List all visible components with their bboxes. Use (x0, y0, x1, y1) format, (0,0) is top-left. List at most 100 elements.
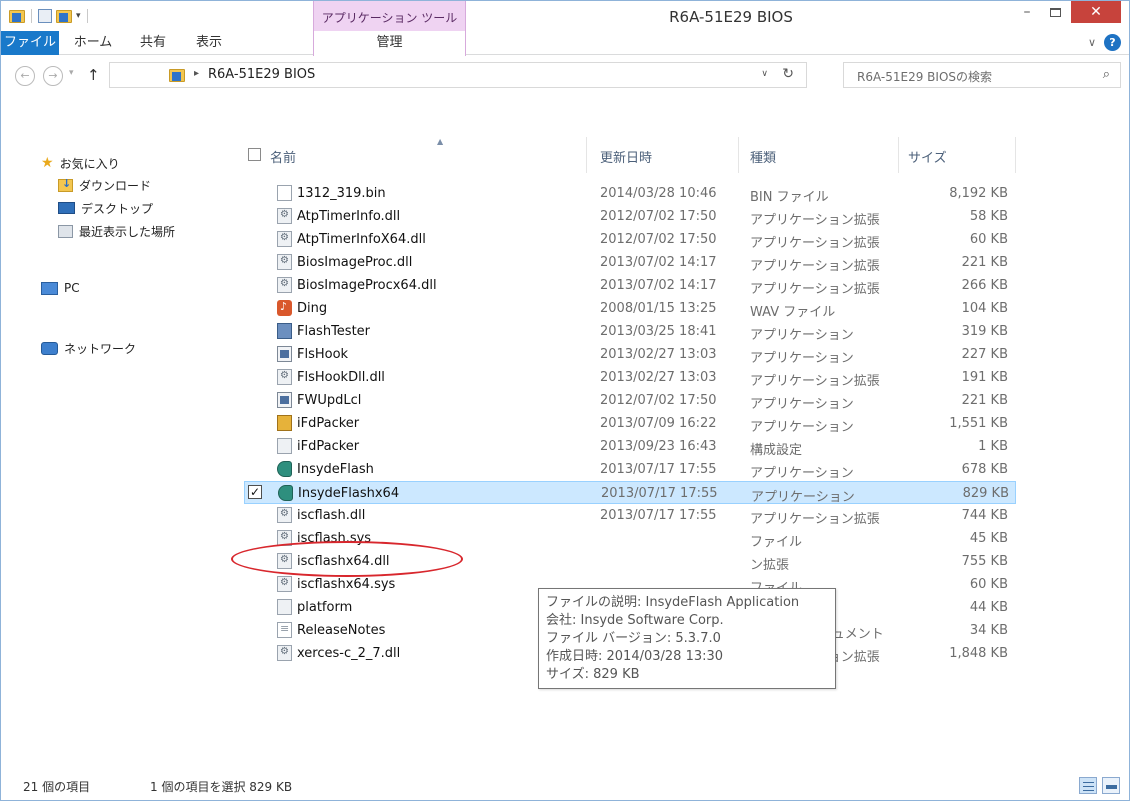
file-size: 1,848 KB (949, 646, 1008, 661)
tab-share[interactable]: 共有 (131, 31, 175, 55)
breadcrumb-chevron-icon[interactable]: ▸ (194, 68, 199, 79)
file-info-tooltip: ファイルの説明: InsydeFlash Application 会社: Ins… (538, 588, 836, 689)
file-row[interactable]: FlsHookDll.dll 2013/02/27 13:03 アプリケーション拡張… (244, 366, 1016, 389)
search-icon[interactable]: ⌕ (1103, 67, 1110, 82)
file-row[interactable]: AtpTimerInfoX64.dll 2012/07/02 17:50 アプリケー… (244, 228, 1016, 251)
nav-downloads[interactable]: ダウンロード (58, 174, 151, 196)
details-view-button[interactable] (1079, 777, 1097, 794)
nav-network[interactable]: ネットワーク (41, 337, 136, 359)
search-box[interactable]: R6A-51E29 BIOSの検索 ⌕ (843, 62, 1121, 88)
file-type: アプリケーション拡張 (750, 236, 880, 251)
file-size: 1 KB (978, 439, 1008, 454)
file-row[interactable]: 1312_319.bin 2014/03/28 10:46 BIN ファイル 8,19… (244, 182, 1016, 205)
file-row[interactable]: FlsHook 2013/02/27 13:03 アプリケーション 227 KB (244, 343, 1016, 366)
file-date: 2012/07/02 17:50 (600, 232, 717, 247)
large-icons-view-button[interactable] (1102, 777, 1120, 794)
file-row[interactable]: InsydeFlash 2013/07/17 17:55 アプリケーション 678 K… (244, 458, 1016, 481)
dll-file-icon (277, 507, 292, 523)
column-header-size[interactable]: サイズ (908, 147, 947, 166)
toolbar-separator (31, 9, 32, 23)
select-all-checkbox[interactable] (248, 148, 261, 161)
file-name: FlsHook (297, 347, 349, 362)
tab-file[interactable]: ファイル (1, 31, 59, 55)
file-row[interactable]: FlashTester 2013/03/25 18:41 アプリケーション 319 K… (244, 320, 1016, 343)
file-row[interactable]: Ding 2008/01/15 13:25 WAV ファイル 104 KB (244, 297, 1016, 320)
bin-file-icon (277, 185, 292, 201)
row-checkbox[interactable]: ✓ (248, 485, 262, 499)
quick-access-toolbar: ▾ (9, 7, 90, 25)
refresh-icon[interactable]: ↻ (782, 66, 794, 82)
file-row[interactable]: iFdPacker 2013/09/23 16:43 構成設定 1 KB (244, 435, 1016, 458)
new-folder-icon[interactable] (56, 9, 72, 23)
maximize-button[interactable] (1041, 1, 1069, 23)
file-name: iscflash.dll (297, 508, 366, 523)
tab-manage[interactable]: 管理 (313, 31, 466, 56)
dll-file-icon (277, 231, 292, 247)
file-size: 45 KB (969, 531, 1008, 546)
column-header-row: ▲ 名前 更新日時 種類 サイズ (241, 137, 1017, 173)
nav-desktop[interactable]: デスクトップ (58, 197, 153, 219)
back-button[interactable]: ← (15, 66, 35, 86)
nav-pc[interactable]: PC (41, 277, 80, 299)
file-size: 829 KB (962, 486, 1009, 501)
expand-ribbon-icon[interactable]: ∨ (1088, 36, 1096, 49)
address-dropdown-icon[interactable]: ∨ (761, 69, 768, 79)
config-file-icon (277, 599, 292, 615)
tab-view[interactable]: 表示 (186, 31, 232, 55)
nav-label: PC (64, 281, 80, 295)
file-row[interactable]: iscflash.dll 2013/07/17 17:55 アプリケーション拡張 74… (244, 504, 1016, 527)
network-icon (41, 341, 58, 355)
file-row[interactable]: ✓ InsydeFlashx64 2013/07/17 17:55 アプリケーション 8… (244, 481, 1016, 505)
context-tab-group-label: アプリケーション ツール (321, 11, 458, 25)
maximize-icon (1049, 7, 1061, 17)
file-type: WAV ファイル (750, 305, 836, 320)
column-header-name[interactable]: 名前 (270, 147, 296, 166)
address-bar[interactable]: ▸ R6A-51E29 BIOS ∨ ↻ (109, 62, 807, 88)
nav-label: デスクトップ (81, 201, 154, 216)
file-size: 60 KB (969, 232, 1008, 247)
tooltip-version: ファイル バージョン: 5.3.7.0 (546, 631, 721, 646)
column-header-type[interactable]: 種類 (750, 147, 776, 166)
file-row[interactable]: iFdPacker 2013/07/09 16:22 アプリケーション 1,551 K… (244, 412, 1016, 435)
close-button[interactable]: ✕ (1071, 1, 1121, 23)
breadcrumb-current-folder[interactable]: R6A-51E29 BIOS (208, 67, 315, 82)
file-row[interactable]: AtpTimerInfo.dll 2012/07/02 17:50 アプリケーション… (244, 205, 1016, 228)
toolbar-separator (86, 9, 88, 23)
folder-icon[interactable] (9, 9, 25, 23)
recent-locations-dropdown[interactable]: ▾ (69, 68, 74, 78)
nav-favorites[interactable]: ★ お気に入り (41, 152, 120, 174)
column-divider[interactable] (1015, 137, 1016, 173)
file-size: 744 KB (961, 508, 1008, 523)
file-type: ン拡張 (750, 558, 790, 573)
column-header-date[interactable]: 更新日時 (600, 147, 652, 166)
forward-button[interactable]: → (43, 66, 63, 86)
column-divider[interactable] (898, 137, 899, 173)
file-date: 2013/02/27 13:03 (600, 370, 717, 385)
properties-icon[interactable] (38, 9, 52, 23)
customize-toolbar-icon[interactable]: ▾ (76, 11, 81, 21)
file-date: 2013/07/17 17:55 (600, 462, 717, 477)
nav-label: お気に入り (59, 156, 120, 171)
title-bar: ▾ アプリケーション ツール R6A-51E29 BIOS – ✕ (1, 1, 1129, 53)
file-name: AtpTimerInfoX64.dll (297, 232, 426, 247)
file-name: FlashTester (297, 324, 371, 339)
column-divider[interactable] (586, 137, 587, 173)
navigation-pane: ★ お気に入り ダウンロード デスクトップ 最近表示した場所 PC ネットワーク (1, 137, 241, 767)
file-row[interactable]: BiosImageProcx64.dll 2013/07/02 14:17 アプリケ… (244, 274, 1016, 297)
file-row[interactable]: FWUpdLcl 2012/07/02 17:50 アプリケーション 221 KB (244, 389, 1016, 412)
nav-recent-places[interactable]: 最近表示した場所 (58, 220, 175, 242)
details-view-icon (1083, 786, 1094, 787)
tab-home[interactable]: ホーム (70, 31, 116, 55)
sort-ascending-icon: ▲ (437, 137, 444, 146)
file-name: FWUpdLcl (297, 393, 362, 408)
file-date: 2008/01/15 13:25 (600, 301, 717, 316)
downloads-folder-icon (58, 177, 73, 192)
file-date: 2012/07/02 17:50 (600, 393, 717, 408)
column-divider[interactable] (738, 137, 739, 173)
help-icon[interactable]: ? (1104, 34, 1121, 51)
file-date: 2012/07/02 17:50 (600, 209, 717, 224)
item-count: 21 個の項目 (23, 780, 91, 794)
minimize-button[interactable]: – (1013, 1, 1041, 23)
file-row[interactable]: BiosImageProc.dll 2013/07/02 14:17 アプリケーショ… (244, 251, 1016, 274)
up-button[interactable]: ↑ (87, 66, 100, 84)
